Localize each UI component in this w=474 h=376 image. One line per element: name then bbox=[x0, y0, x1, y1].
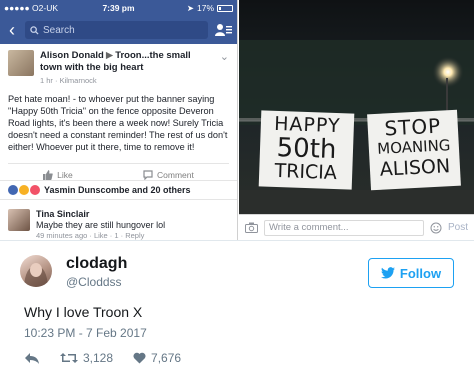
follow-label: Follow bbox=[399, 265, 442, 281]
like-label: Like bbox=[57, 170, 73, 180]
heart-icon bbox=[133, 352, 146, 364]
comment-composer: Write a comment... Post bbox=[239, 214, 474, 240]
friend-requests-icon[interactable] bbox=[214, 22, 232, 38]
stop-moaning-banner: STOP MOANING ALISON bbox=[367, 109, 461, 191]
tweet-author-handle[interactable]: @Cloddss bbox=[66, 275, 122, 289]
location-icon: ➤ bbox=[186, 2, 194, 13]
tweet-timestamp[interactable]: 10:23 PM - 7 Feb 2017 bbox=[24, 326, 147, 340]
like-count: 7,676 bbox=[151, 351, 182, 365]
post-actions: Like Comment bbox=[8, 163, 229, 180]
like-button[interactable]: Like bbox=[43, 170, 73, 180]
retweet-button[interactable]: 3,128 bbox=[60, 351, 113, 365]
smiley-icon[interactable] bbox=[430, 222, 442, 234]
status-bar: ●●●●● O2-UK 7:39 pm ➤ 17% bbox=[0, 0, 237, 16]
love-reaction-icon bbox=[30, 185, 40, 195]
post-header: Alison Donald ▶ Troon...the small town wit… bbox=[8, 50, 229, 85]
retweet-count: 3,128 bbox=[83, 351, 114, 365]
post-author-line: Alison Donald ▶ Troon...the small town wit… bbox=[40, 50, 214, 74]
post-button[interactable]: Post bbox=[448, 222, 468, 233]
avatar-image bbox=[24, 263, 48, 287]
post-author[interactable]: Alison Donald bbox=[40, 50, 104, 61]
like-reaction-icon bbox=[8, 185, 18, 195]
reactions-text: Yasmin Dunscombe and 20 others bbox=[44, 185, 191, 195]
reactions-summary[interactable]: Yasmin Dunscombe and 20 others bbox=[0, 180, 237, 200]
happy-banner: HAPPY 50th TRICIA bbox=[258, 110, 355, 190]
battery-icon bbox=[217, 4, 233, 12]
comment-author[interactable]: Tina Sinclair bbox=[36, 209, 165, 219]
facebook-post: Alison Donald ▶ Troon...the small town wit… bbox=[0, 44, 237, 186]
post-header-text: Alison Donald ▶ Troon...the small town wit… bbox=[40, 50, 214, 85]
search-input[interactable]: Search bbox=[25, 21, 208, 39]
avatar[interactable] bbox=[8, 50, 34, 76]
comment-item: Tina Sinclair Maybe they are still hungo… bbox=[0, 206, 237, 240]
status-right: ➤ 17% bbox=[187, 3, 233, 14]
banner-line: ALISON bbox=[379, 155, 451, 181]
tweet-actions: 3,128 7,676 bbox=[24, 351, 181, 365]
camera-icon[interactable] bbox=[245, 222, 258, 233]
avatar[interactable] bbox=[20, 255, 52, 287]
laugh-reaction-icon bbox=[19, 185, 29, 195]
search-bar: ‹ Search bbox=[0, 16, 237, 44]
comment-button[interactable]: Comment bbox=[143, 170, 194, 180]
search-placeholder: Search bbox=[43, 24, 75, 36]
avatar[interactable] bbox=[8, 209, 30, 231]
comment-icon bbox=[143, 170, 153, 180]
thumbs-up-icon bbox=[43, 170, 53, 180]
comment-text: Maybe they are still hungover lol bbox=[36, 220, 166, 230]
twitter-bird-icon bbox=[380, 267, 395, 279]
battery-label: 17% bbox=[196, 3, 214, 13]
comment-body: Tina Sinclair Maybe they are still hungo… bbox=[36, 209, 165, 240]
banner-line: TRICIA bbox=[274, 159, 338, 185]
like-button[interactable]: 7,676 bbox=[133, 351, 181, 365]
reply-button[interactable] bbox=[24, 352, 40, 365]
facebook-screenshot: ●●●●● O2-UK 7:39 pm ➤ 17% ‹ Search Aliso… bbox=[0, 0, 238, 240]
comment-label: Comment bbox=[157, 170, 194, 180]
search-icon bbox=[30, 25, 39, 35]
arrow-icon: ▶ bbox=[105, 50, 114, 61]
back-button[interactable]: ‹ bbox=[5, 21, 19, 39]
banner-photo: HAPPY 50th TRICIA STOP MOANING ALISON bbox=[239, 0, 474, 214]
comment-input[interactable]: Write a comment... bbox=[264, 219, 424, 236]
follow-button[interactable]: Follow bbox=[368, 258, 454, 288]
tweet-card: clodagh @Cloddss Follow Why I love Troon… bbox=[0, 240, 474, 376]
tweet-author-name[interactable]: clodagh bbox=[66, 255, 127, 273]
comment-meta: 49 minutes ago · Like · 1 · Reply bbox=[36, 231, 145, 240]
tweet-text: Why I love Troon X bbox=[24, 304, 143, 320]
retweet-icon bbox=[60, 353, 78, 363]
chevron-down-icon[interactable]: ⌄ bbox=[220, 50, 229, 85]
post-meta: 1 hr · Kilmarnock bbox=[40, 76, 97, 85]
post-text: Pet hate moan! - to whoever put the bann… bbox=[8, 94, 228, 152]
reply-icon bbox=[25, 352, 39, 364]
